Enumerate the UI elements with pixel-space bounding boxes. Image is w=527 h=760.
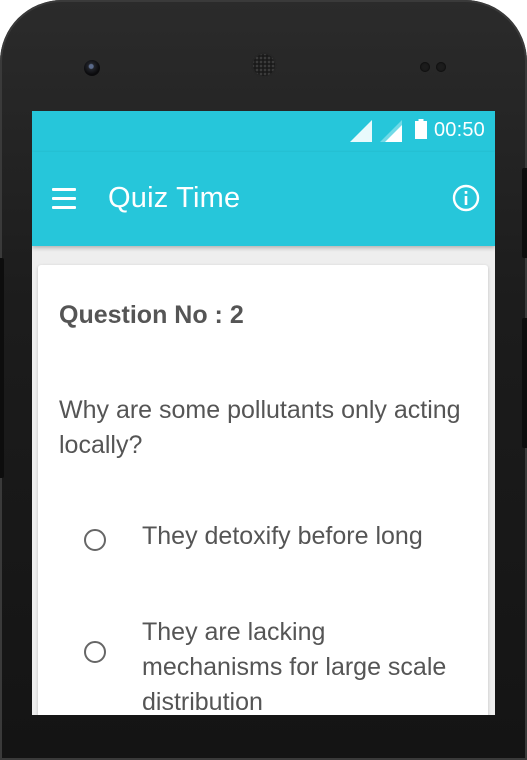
answer-option-label: They are lacking mechanisms for large sc…: [142, 618, 447, 715]
earpiece-speaker-icon: [251, 52, 277, 78]
app-title: Quiz Time: [108, 182, 241, 214]
radio-button-icon[interactable]: [84, 641, 106, 663]
status-clock: 00:50: [433, 119, 485, 141]
answer-option-1[interactable]: They detoxify before long: [84, 522, 474, 563]
question-text: Why are some pollutants only acting loca…: [59, 396, 461, 459]
front-camera-icon: [84, 60, 100, 76]
proximity-sensor-icon: [420, 62, 430, 72]
hamburger-menu-icon[interactable]: [52, 188, 78, 210]
info-icon[interactable]: [452, 184, 480, 212]
question-card: Question No : 2 Why are some pollutants …: [38, 265, 488, 715]
question-number: Question No : 2: [59, 301, 244, 329]
battery-icon: [415, 119, 427, 139]
status-bar: 00:50: [32, 111, 495, 152]
volume-button: [522, 318, 527, 448]
app-bar: Quiz Time: [32, 152, 495, 246]
wifi-signal-icon: [350, 120, 372, 142]
power-button: [522, 168, 527, 258]
phone-side-edge: [0, 258, 4, 478]
answer-option-label: They detoxify before long: [142, 522, 423, 550]
light-sensor-icon: [436, 62, 446, 72]
radio-button-icon[interactable]: [84, 529, 106, 551]
answer-option-2[interactable]: They are lacking mechanisms for large sc…: [84, 618, 474, 715]
cell-signal-icon: [380, 120, 402, 142]
phone-frame: 00:50 Quiz Time Question No : 2 Why are …: [0, 0, 527, 760]
device-screen: 00:50 Quiz Time Question No : 2 Why are …: [32, 111, 495, 715]
